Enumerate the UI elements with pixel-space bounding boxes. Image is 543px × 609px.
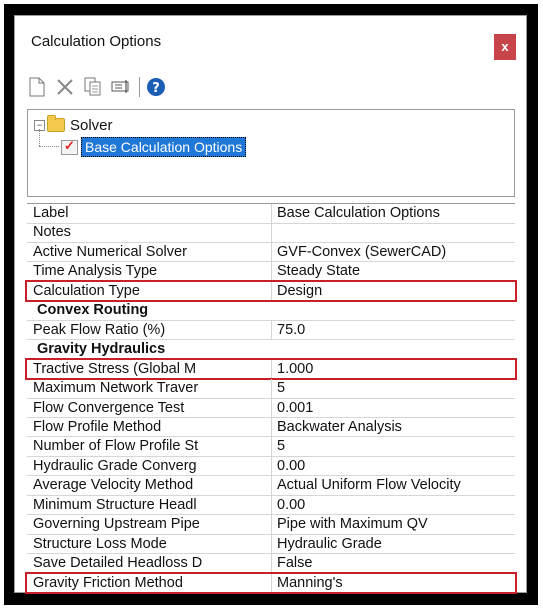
property-row[interactable]: Flow Profile Method Backwater Analysis (27, 417, 515, 438)
highlight-box (25, 357, 517, 381)
column-divider (271, 320, 272, 340)
property-value[interactable]: 75.0 (277, 322, 305, 338)
column-divider (271, 534, 272, 554)
property-value[interactable]: False (277, 555, 312, 571)
property-value[interactable]: 0.00 (277, 497, 305, 513)
property-name: Average Velocity Method (33, 477, 194, 494)
property-name: Number of Flow Profile St (33, 438, 199, 455)
property-row[interactable]: Peak Flow Ratio (%) 75.0 (27, 320, 515, 341)
column-divider (271, 223, 272, 243)
tree-connector (39, 129, 41, 146)
column-divider (271, 456, 272, 476)
property-row[interactable]: Active Numerical Solver GVF-Convex (Sewer… (27, 242, 515, 263)
property-row[interactable]: Maximum Network Traver 5 (27, 379, 515, 399)
copy-icon[interactable] (83, 76, 103, 98)
property-value[interactable]: Steady State (277, 263, 360, 279)
property-row[interactable]: Notes (27, 223, 515, 243)
property-value[interactable]: 0.001 (277, 400, 313, 416)
column-divider (271, 495, 272, 515)
column-divider (271, 515, 272, 535)
highlight-box (25, 571, 517, 594)
folder-icon (47, 115, 65, 132)
property-name: Time Analysis Type (33, 263, 158, 280)
toolbar-separator (139, 77, 140, 97)
column-divider (271, 437, 272, 457)
property-row[interactable]: Structure Loss Mode Hydraulic Grade (27, 534, 515, 555)
property-name: Save Detailed Headloss D (33, 555, 203, 572)
solver-tree: − Solver ✓ Base Calculation Options (27, 109, 515, 197)
property-row[interactable]: Average Velocity Method Actual Uniform Fl… (27, 476, 515, 496)
column-divider (271, 379, 272, 399)
property-name: Convex Routing (37, 302, 149, 319)
column-divider (271, 242, 272, 262)
property-name: Flow Convergence Test (33, 399, 185, 416)
property-value[interactable]: Pipe with Maximum QV (277, 516, 428, 532)
highlight-box (25, 279, 517, 303)
property-value[interactable]: GVF-Convex (SewerCAD) (277, 244, 446, 260)
property-value[interactable]: 5 (277, 438, 285, 454)
property-row[interactable]: Hydraulic Grade Converg 0.00 (27, 456, 515, 477)
property-value[interactable]: Backwater Analysis (277, 419, 402, 435)
property-value[interactable]: Actual Uniform Flow Velocity (277, 477, 461, 493)
property-row[interactable]: Number of Flow Profile St 5 (27, 437, 515, 457)
property-row[interactable]: Label Base Calculation Options (27, 204, 515, 224)
property-row[interactable]: Flow Convergence Test 0.001 (27, 398, 515, 418)
calculation-options-window: Calculation Options x ? − Solver ✓ Base … (14, 15, 527, 594)
rename-icon[interactable] (111, 76, 131, 98)
svg-text:?: ? (152, 81, 160, 96)
property-value[interactable]: Base Calculation Options (277, 205, 440, 221)
property-name: Active Numerical Solver (33, 243, 187, 260)
column-divider (271, 204, 272, 223)
tree-connector (39, 146, 59, 148)
property-name: Flow Profile Method (33, 418, 162, 435)
property-name: Label (33, 205, 69, 221)
property-category[interactable]: Convex Routing (27, 301, 515, 321)
new-icon[interactable] (27, 76, 47, 98)
property-value[interactable]: 5 (277, 380, 285, 396)
property-name: Notes (33, 224, 71, 241)
delete-icon[interactable] (55, 76, 75, 98)
property-value[interactable]: Hydraulic Grade (277, 536, 382, 552)
column-divider (271, 554, 272, 574)
tree-node-base-label: Base Calculation Options (81, 137, 247, 157)
property-row[interactable]: Governing Upstream Pipe Pipe with Maximum… (27, 515, 515, 535)
close-button[interactable]: x (494, 34, 516, 60)
checked-options-icon: ✓ (61, 138, 78, 155)
column-divider (271, 262, 272, 282)
property-name: Governing Upstream Pipe (33, 516, 200, 533)
column-divider (271, 398, 272, 418)
tree-node-base-calculation-options[interactable]: ✓ Base Calculation Options (61, 137, 247, 157)
property-row[interactable]: Minimum Structure Headl 0.00 (27, 495, 515, 516)
property-value[interactable]: 0.00 (277, 458, 305, 474)
property-name: Hydraulic Grade Converg (33, 457, 197, 474)
help-icon[interactable]: ? (146, 76, 166, 98)
column-divider (271, 476, 272, 496)
window-title: Calculation Options (31, 33, 162, 50)
property-name: Maximum Network Traver (33, 380, 199, 397)
tree-node-solver-label: Solver (70, 116, 113, 134)
property-name: Peak Flow Ratio (%) (33, 321, 166, 338)
title-bar: Calculation Options x (15, 16, 526, 60)
property-grid: Label Base Calculation Options Notes Active… (25, 203, 517, 594)
property-name: Gravity Hydraulics (37, 341, 166, 358)
column-divider (271, 417, 272, 437)
property-name: Minimum Structure Headl (33, 496, 197, 513)
toolbar: ? (27, 75, 174, 99)
tree-node-solver[interactable]: − Solver (34, 115, 113, 134)
property-name: Structure Loss Mode (33, 535, 167, 552)
